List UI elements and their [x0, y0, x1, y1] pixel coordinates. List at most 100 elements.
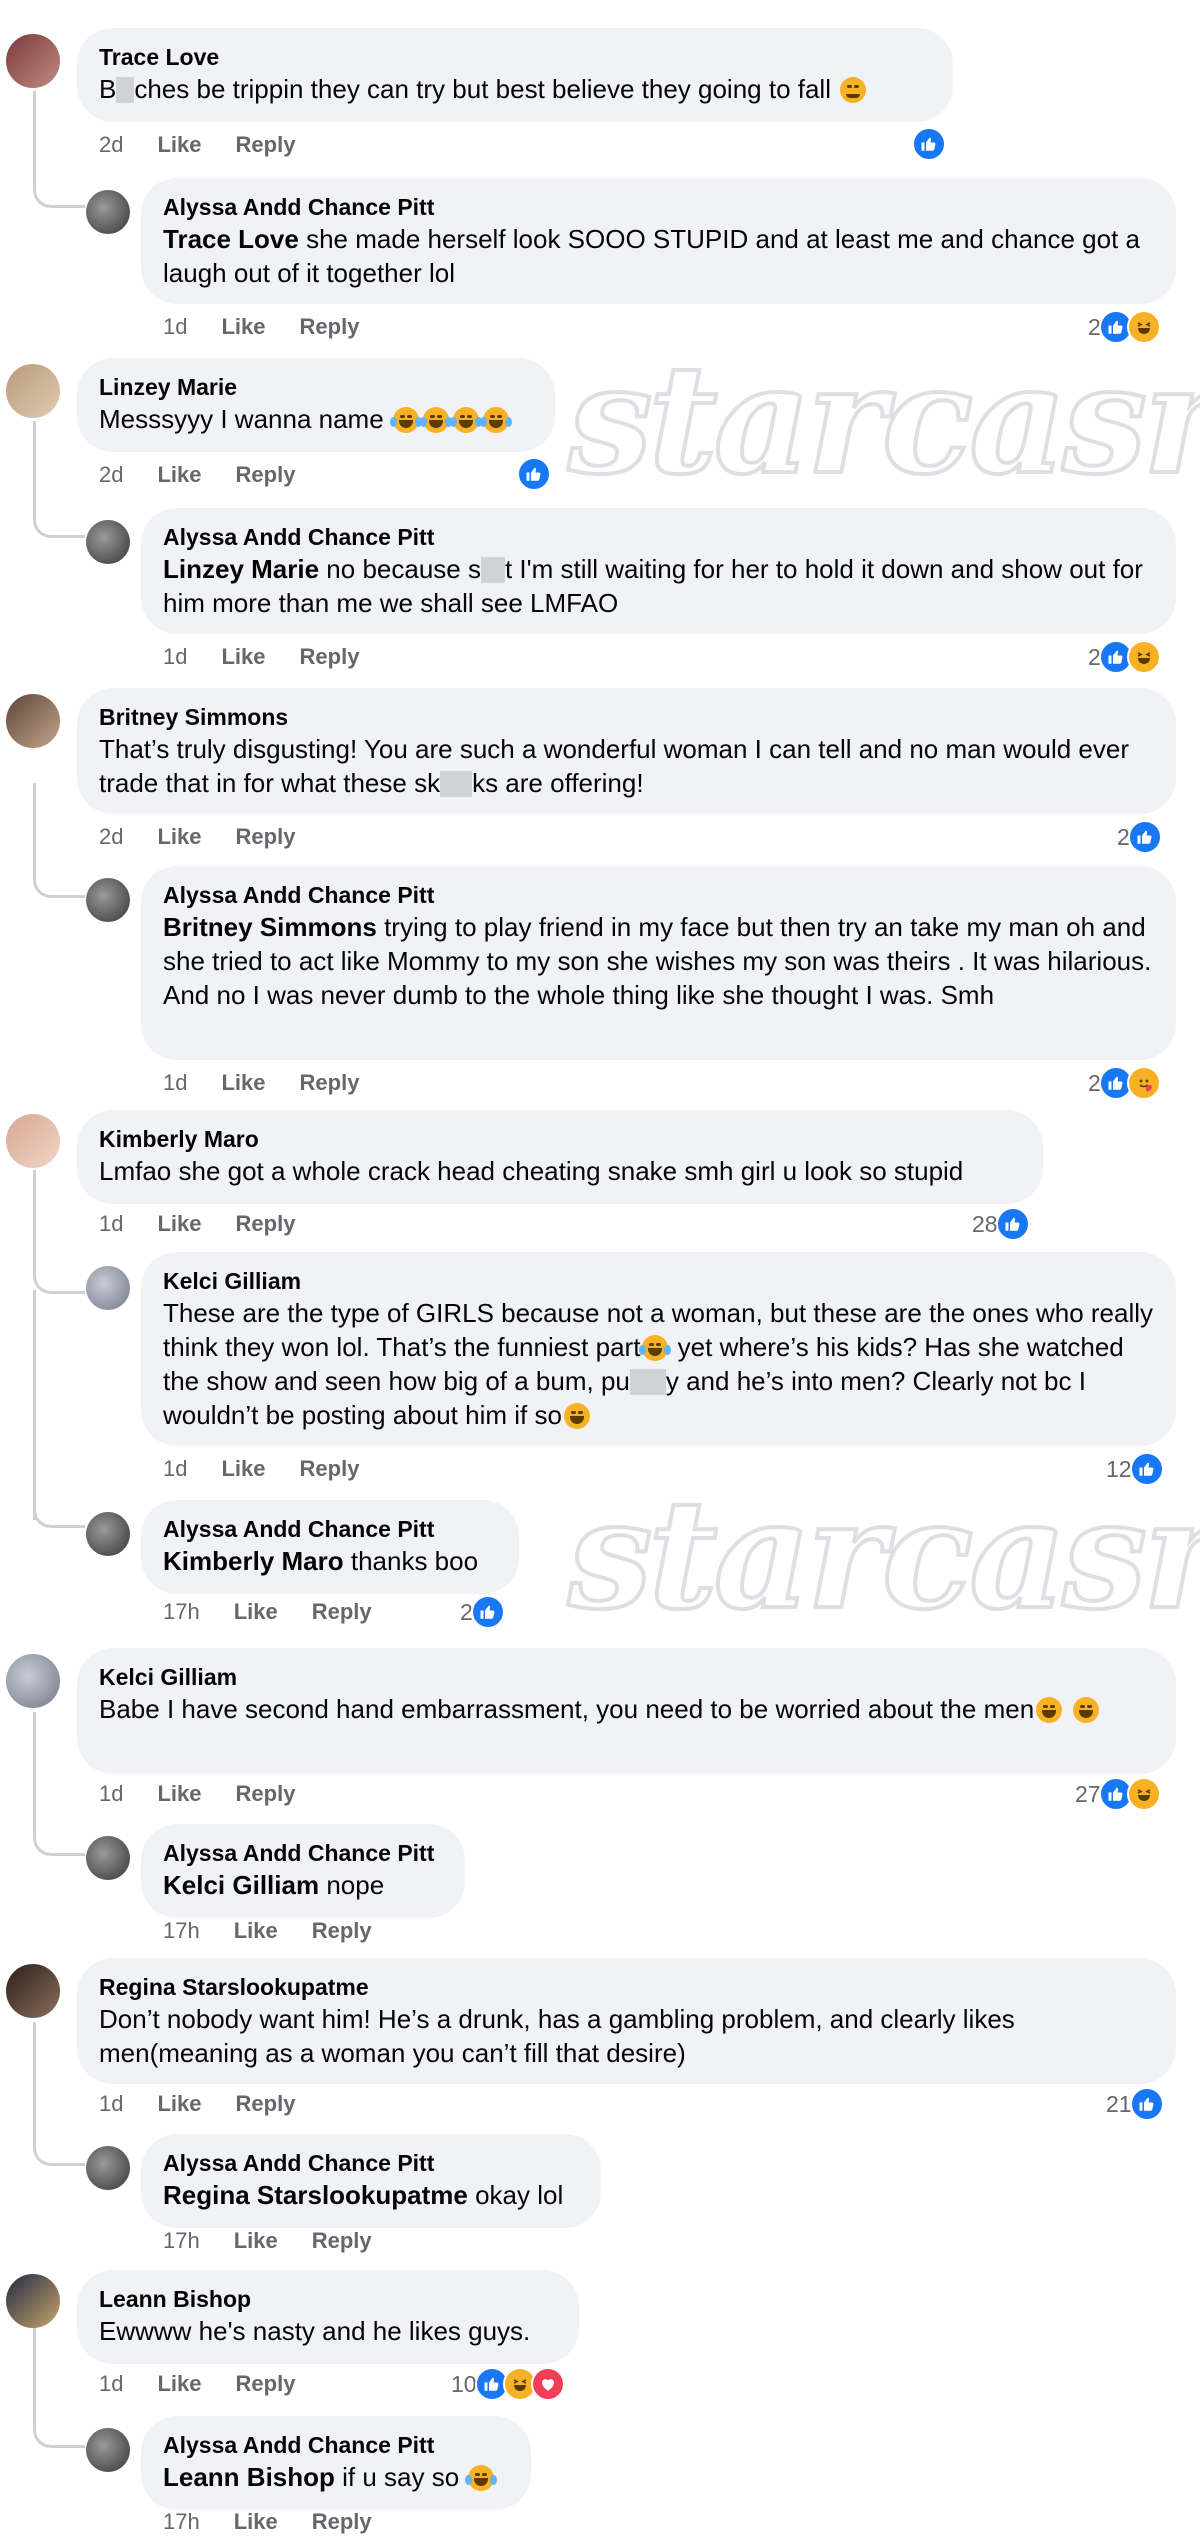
reaction-count: 12: [1106, 1455, 1132, 1482]
like-button[interactable]: Like: [157, 822, 201, 852]
like-button[interactable]: Like: [221, 642, 265, 672]
like-button[interactable]: Like: [157, 130, 201, 160]
commenter-name[interactable]: Kelci Gilliam: [163, 1266, 1154, 1296]
avatar[interactable]: [6, 694, 60, 748]
reply-button[interactable]: Reply: [312, 2226, 372, 2256]
avatar[interactable]: [86, 2428, 130, 2472]
commenter-name[interactable]: Linzey Marie: [99, 372, 533, 402]
timestamp[interactable]: 17h: [163, 1597, 200, 1627]
mention-tag[interactable]: Kelci Gilliam: [163, 1870, 319, 1900]
mention-tag[interactable]: Trace Love: [163, 224, 299, 254]
avatar[interactable]: [86, 1266, 130, 1310]
reaction-summary[interactable]: 2: [1117, 820, 1162, 854]
reply-button[interactable]: Reply: [236, 460, 296, 490]
avatar[interactable]: [86, 520, 130, 564]
commenter-name[interactable]: Alyssa Andd Chance Pitt: [163, 192, 1154, 222]
avatar[interactable]: [86, 878, 130, 922]
timestamp[interactable]: 2d: [99, 130, 123, 160]
like-button[interactable]: Like: [234, 2507, 278, 2537]
timestamp[interactable]: 1d: [99, 1209, 123, 1239]
reply-button[interactable]: Reply: [236, 1209, 296, 1239]
avatar[interactable]: [6, 1114, 60, 1168]
reaction-summary[interactable]: 2: [1088, 310, 1161, 344]
commenter-name[interactable]: Alyssa Andd Chance Pitt: [163, 522, 1154, 552]
comment-text: Trace Love she made herself look SOOO ST…: [163, 224, 1140, 288]
like-button[interactable]: Like: [234, 1597, 278, 1627]
commenter-name[interactable]: Alyssa Andd Chance Pitt: [163, 880, 1154, 910]
like-button[interactable]: Like: [234, 1916, 278, 1946]
commenter-name[interactable]: Britney Simmons: [99, 702, 1154, 732]
mention-tag[interactable]: Britney Simmons: [163, 912, 377, 942]
commenter-name[interactable]: Alyssa Andd Chance Pitt: [163, 1514, 497, 1544]
avatar[interactable]: [6, 1654, 60, 1708]
reaction-summary[interactable]: 10: [451, 2367, 565, 2401]
reaction-summary[interactable]: [912, 127, 946, 161]
reply-button[interactable]: Reply: [236, 2369, 296, 2399]
avatar[interactable]: [86, 190, 130, 234]
reply-button[interactable]: Reply: [300, 1454, 360, 1484]
reply-button[interactable]: Reply: [312, 2507, 372, 2537]
commenter-name[interactable]: Leann Bishop: [99, 2284, 557, 2314]
timestamp[interactable]: 17h: [163, 2226, 200, 2256]
reaction-summary[interactable]: 27: [1075, 1777, 1161, 1811]
timestamp[interactable]: 17h: [163, 2507, 200, 2537]
commenter-name[interactable]: Kelci Gilliam: [99, 1662, 1154, 1692]
reply-button[interactable]: Reply: [312, 1916, 372, 1946]
avatar[interactable]: [86, 1836, 130, 1880]
reply-button[interactable]: Reply: [236, 1779, 296, 1809]
reply-button[interactable]: Reply: [300, 642, 360, 672]
like-button[interactable]: Like: [234, 2226, 278, 2256]
mention-tag[interactable]: Linzey Marie: [163, 554, 319, 584]
avatar[interactable]: [6, 34, 60, 88]
timestamp[interactable]: 2d: [99, 822, 123, 852]
reply-button[interactable]: Reply: [300, 312, 360, 342]
avatar[interactable]: [6, 1964, 60, 2018]
like-button[interactable]: Like: [221, 1068, 265, 1098]
like-button[interactable]: Like: [157, 2369, 201, 2399]
timestamp[interactable]: 1d: [163, 1068, 187, 1098]
timestamp[interactable]: 1d: [163, 1454, 187, 1484]
avatar[interactable]: [86, 1512, 130, 1556]
wink-emoji-icon: [840, 77, 867, 103]
commenter-name[interactable]: Regina Starslookupatme: [99, 1972, 1154, 2002]
commenter-name[interactable]: Trace Love: [99, 42, 931, 72]
avatar[interactable]: [86, 2146, 130, 2190]
reply-button[interactable]: Reply: [236, 130, 296, 160]
reaction-summary[interactable]: 28: [972, 1207, 1030, 1241]
timestamp[interactable]: 1d: [99, 2089, 123, 2119]
reply-button[interactable]: Reply: [312, 1597, 372, 1627]
commenter-name[interactable]: Alyssa Andd Chance Pitt: [163, 1838, 443, 1868]
timestamp[interactable]: 1d: [163, 642, 187, 672]
timestamp[interactable]: 1d: [99, 2369, 123, 2399]
like-button[interactable]: Like: [221, 312, 265, 342]
mention-tag[interactable]: Kimberly Maro: [163, 1546, 344, 1576]
reaction-summary[interactable]: 2: [1088, 640, 1161, 674]
avatar[interactable]: [6, 2274, 60, 2328]
reply-button[interactable]: Reply: [236, 2089, 296, 2119]
timestamp[interactable]: 2d: [99, 460, 123, 490]
reply-button[interactable]: Reply: [236, 822, 296, 852]
like-button[interactable]: Like: [221, 1454, 265, 1484]
timestamp[interactable]: 1d: [99, 1779, 123, 1809]
reply-bubble: Kelci Gilliam These are the type of GIRL…: [141, 1252, 1176, 1446]
reaction-summary[interactable]: 2: [1088, 1066, 1161, 1100]
reaction-summary[interactable]: 2: [460, 1595, 505, 1629]
thread-line: [33, 1170, 36, 1270]
commenter-name[interactable]: Alyssa Andd Chance Pitt: [163, 2148, 579, 2178]
mention-tag[interactable]: Regina Starslookupatme: [163, 2180, 468, 2210]
timestamp[interactable]: 17h: [163, 1916, 200, 1946]
mention-tag[interactable]: Leann Bishop: [163, 2462, 335, 2492]
timestamp[interactable]: 1d: [163, 312, 187, 342]
commenter-name[interactable]: Alyssa Andd Chance Pitt: [163, 2430, 509, 2460]
avatar[interactable]: [6, 364, 60, 418]
like-button[interactable]: Like: [157, 1779, 201, 1809]
like-button[interactable]: Like: [157, 2089, 201, 2119]
like-button[interactable]: Like: [157, 460, 201, 490]
commenter-name[interactable]: Kimberly Maro: [99, 1124, 1021, 1154]
like-button[interactable]: Like: [157, 1209, 201, 1239]
reaction-summary[interactable]: [517, 457, 551, 491]
reaction-summary[interactable]: 21: [1106, 2087, 1164, 2121]
heart-icon: [530, 2367, 565, 2401]
reaction-summary[interactable]: 12: [1106, 1452, 1164, 1486]
reply-button[interactable]: Reply: [300, 1068, 360, 1098]
